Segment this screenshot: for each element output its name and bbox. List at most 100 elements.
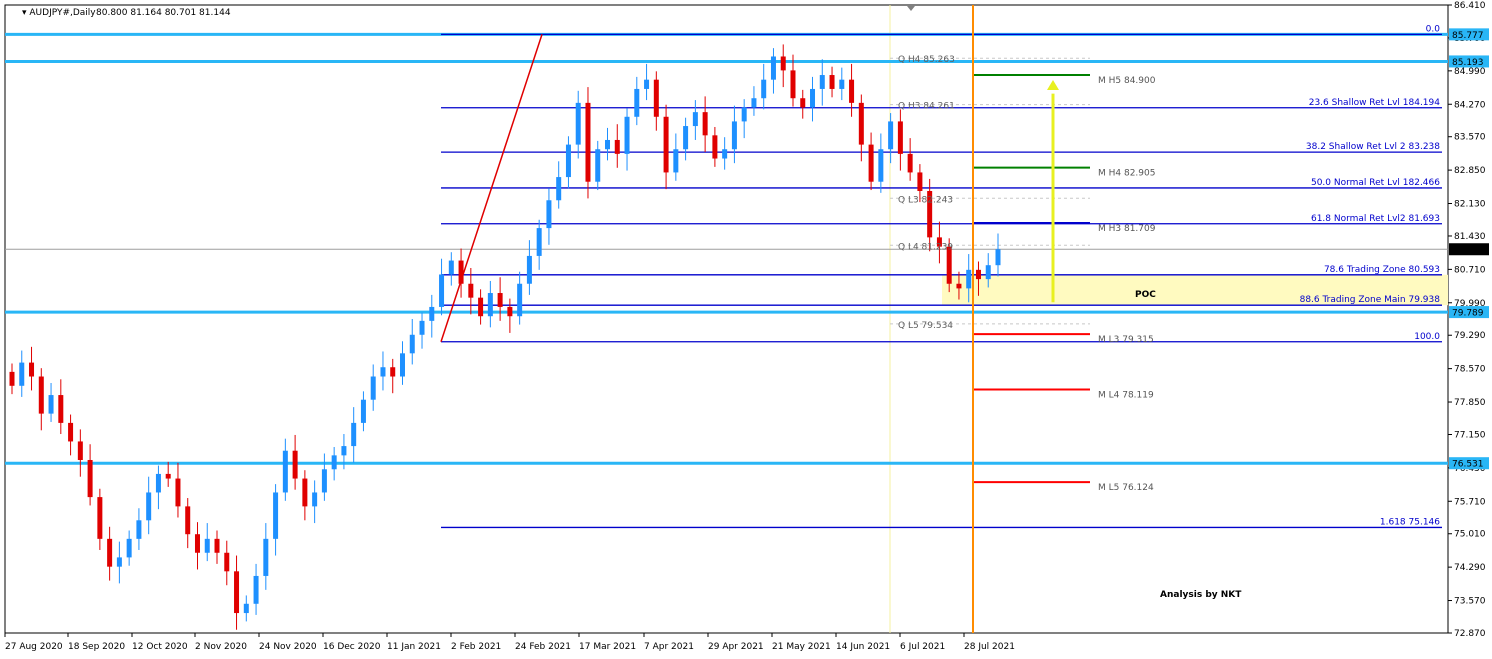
candle-body [68,422,74,442]
candle-body [204,538,210,553]
candle-body [761,79,767,99]
candle-body [663,116,669,173]
candle-body [439,274,445,307]
x-tick-label: 18 Sep 2020 [68,642,125,652]
candle-body [97,497,103,539]
candle-body [263,538,269,576]
candle-body [165,473,171,479]
candle-body [790,70,796,99]
y-tick-label: 84.990 [1454,67,1486,77]
candle-body [585,102,591,182]
m-level-label: M H4 82.905 [1098,169,1155,179]
candle-body [995,249,1001,266]
y-tick-label: 75.710 [1454,497,1486,507]
candle-body [634,88,640,117]
candle-body [624,116,630,154]
candle-body [507,306,513,317]
candle-body [897,121,903,154]
candle-body [468,283,474,298]
x-tick-label: 7 Apr 2021 [644,642,694,652]
q-level-label: Q L4 81.239 [898,242,953,252]
candle-body [595,149,601,182]
q-level-label: Q H4 85.263 [898,55,955,65]
candle-body [907,153,913,173]
candle-body [29,362,35,377]
candle-body [331,455,337,470]
chart-root: 0.0 23.6 Shallow Ret Lvl 184.194 38.2 Shal… [0,0,1492,659]
candle-body [810,88,816,108]
candle-body [780,56,786,71]
candle-body [126,538,132,558]
candle-body [917,172,923,191]
m-level-label: M L3 79.315 [1098,335,1154,345]
candle-body [614,139,620,154]
candle-body [409,334,415,354]
candle-body [683,126,689,150]
candle-body [341,446,347,456]
y-tick-label: 82.130 [1454,200,1486,210]
candle-body [575,102,581,145]
fib-label: 78.6 Trading Zone 80.593 [1324,265,1440,275]
candle-body [234,571,240,614]
candle-body [478,297,484,317]
ohlc-header: 80.800 81.164 80.701 81.144 [96,8,231,18]
x-tick-label: 24 Nov 2020 [259,642,317,652]
y-tick-label: 81.430 [1454,232,1486,242]
candle-body [116,557,122,567]
candle-body [966,269,972,289]
candle-body [19,362,25,386]
candle-body [194,534,200,553]
candle-body [644,79,650,89]
candle-body [819,75,825,89]
candle-body [556,177,562,201]
candle-body [878,149,884,182]
y-tick-label: 73.570 [1454,597,1486,607]
candle-body [243,603,249,614]
candle-body [653,79,659,117]
sr-price-tag: 85.777 [1452,31,1484,41]
fib-label: 38.2 Shallow Ret Lvl 2 83.238 [1306,142,1440,152]
candle-body [975,269,981,280]
y-tick-label: 83.570 [1454,133,1486,143]
candle-body [224,552,230,572]
q-level-label: Q L5 79.534 [898,321,953,331]
y-tick-label: 78.570 [1454,365,1486,375]
candle-body [175,478,181,507]
y-tick-label: 77.150 [1454,430,1486,440]
candle-body [273,492,279,539]
candle-body [829,75,835,89]
candle-body [419,320,425,335]
analysis-credit: Analysis by NKT [1160,590,1242,600]
y-tick-label: 72.870 [1454,629,1486,639]
y-tick-label: 77.850 [1454,398,1486,408]
x-tick-label: 28 Jul 2021 [964,642,1015,652]
y-tick-label: 82.850 [1454,166,1486,176]
candle-body [546,200,552,229]
candle-body [839,79,845,89]
candle-body [888,121,894,150]
candle-body [146,492,152,521]
candle-body [107,538,113,567]
candle-body [751,98,757,108]
candle-body [849,79,855,103]
candle-body [77,441,83,460]
x-tick-label: 16 Dec 2020 [323,642,381,652]
y-tick-label: 75.010 [1454,530,1486,540]
candle-body [214,538,220,553]
candle-body [87,459,93,498]
candle-body [956,283,962,289]
y-tick-label: 79.290 [1454,331,1486,341]
candle-body [292,450,298,479]
x-tick-label: 12 Oct 2020 [132,642,188,652]
candle-body [38,376,44,414]
y-tick-label: 74.290 [1454,563,1486,573]
price-chart[interactable]: 0.0 23.6 Shallow Ret Lvl 184.194 38.2 Shal… [0,0,1492,659]
candle-body [985,265,991,280]
candle-body [741,107,747,122]
sr-price-tag: 76.531 [1452,460,1484,470]
fib-label: 100.0 [1414,332,1440,342]
candle-body [770,56,776,80]
x-tick-label: 2 Nov 2020 [195,642,247,652]
poc-label: POC [1135,290,1156,300]
candle-body [136,520,142,539]
